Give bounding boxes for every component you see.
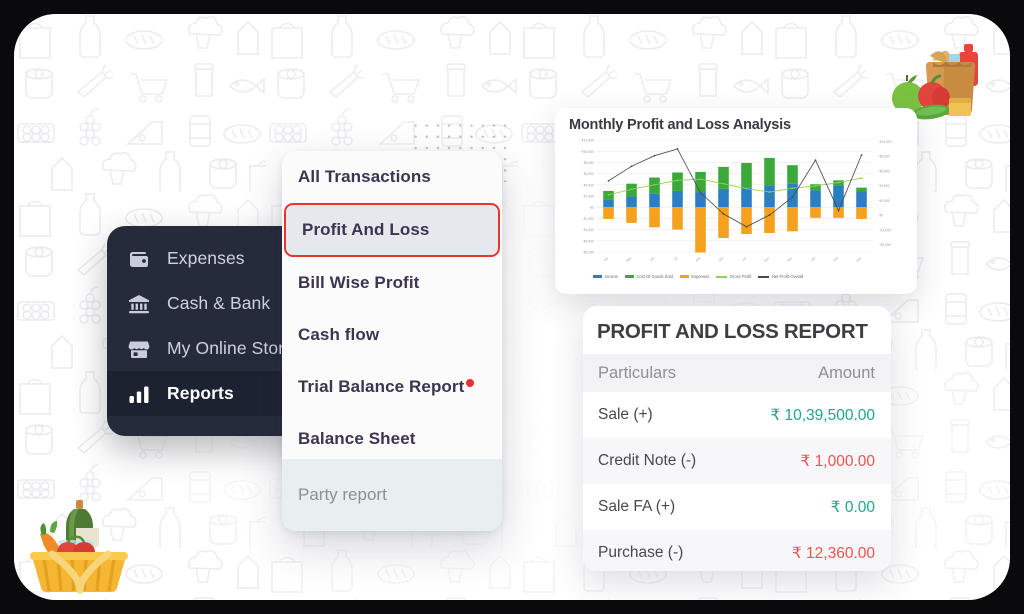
menu-item-profit-and-loss[interactable]: Profit And Loss	[284, 203, 500, 257]
menu-item-balance-sheet[interactable]: Balance Sheet	[282, 413, 502, 465]
bar-chart-icon	[126, 381, 151, 406]
menu-item-label: All Transactions	[298, 167, 431, 186]
menu-item-trial-balance-report[interactable]: Trial Balance Report	[282, 361, 502, 413]
svg-text:Nov: Nov	[763, 256, 770, 263]
profit-and-loss-report-card: PROFIT AND LOSS REPORT Particulars Amoun…	[583, 306, 891, 571]
sidebar-item-label: Cash & Bank	[167, 293, 271, 313]
legend-label: Gross Profit	[729, 274, 752, 279]
cell-amount: ₹ 0.00	[830, 498, 875, 516]
legend-label: Income	[604, 274, 618, 279]
cell-amount: ₹ 10,39,500.00	[770, 406, 875, 424]
cell-particulars: Purchase (-)	[598, 544, 684, 561]
legend-item-expenses: Expenses	[679, 274, 710, 279]
svg-text:₹4,000: ₹4,000	[583, 183, 594, 187]
svg-text:₹4,000: ₹4,000	[879, 184, 890, 188]
menu-item-all-transactions[interactable]: All Transactions	[282, 151, 502, 203]
svg-text:Jan: Jan	[810, 256, 817, 263]
cell-particulars: Sale FA (+)	[598, 498, 676, 515]
table-row[interactable]: Sale (+) ₹ 10,39,500.00	[583, 392, 891, 438]
svg-text:₹12,000: ₹12,000	[581, 139, 594, 143]
svg-text:₹8,000: ₹8,000	[879, 155, 890, 159]
wallet-icon	[126, 246, 151, 271]
grocery-basket-illustration	[22, 494, 140, 594]
cell-particulars: Credit Note (-)	[598, 452, 697, 469]
svg-text:₹0: ₹0	[590, 206, 594, 210]
legend-swatch	[593, 275, 602, 278]
svg-text:Sep: Sep	[717, 256, 724, 263]
svg-text:₹0: ₹0	[879, 214, 883, 218]
table-row[interactable]: Purchase (-) ₹ 12,360.00	[583, 530, 891, 571]
svg-text:₹2,000: ₹2,000	[583, 195, 594, 199]
svg-text:₹2,000: ₹2,000	[879, 199, 890, 203]
svg-text:₹8,000: ₹8,000	[583, 161, 594, 165]
column-header-particulars: Particulars	[598, 363, 676, 382]
legend-swatch	[758, 275, 770, 278]
menu-item-label: Trial Balance Report	[298, 377, 465, 396]
cell-amount: ₹ 12,360.00	[791, 544, 875, 562]
legend-item-income: Income	[593, 274, 618, 279]
legend-item-gross-profit: Gross Profit	[716, 274, 751, 279]
menu-item-party-report[interactable]: Party report	[282, 459, 502, 531]
cell-particulars: Sale (+)	[598, 406, 653, 423]
legend-item-cost-of-goods-sold: Cost Of Goods Sold	[624, 274, 673, 279]
svg-text:-₹2,000: -₹2,000	[582, 217, 594, 221]
table-header-row: Particulars Amount	[583, 354, 891, 392]
sidebar-item-label: Reports	[167, 383, 234, 403]
menu-item-bill-wise-profit[interactable]: Bill Wise Profit	[282, 257, 502, 309]
table-row[interactable]: Sale FA (+) ₹ 0.00	[583, 484, 891, 530]
table-row[interactable]: Credit Note (-) ₹ 1,000.00	[583, 438, 891, 484]
menu-item-cash-flow[interactable]: Cash flow	[282, 309, 502, 361]
chart-title: Monthly Profit and Loss Analysis	[569, 117, 791, 133]
new-badge-dot	[466, 379, 475, 387]
svg-text:-₹2,000: -₹2,000	[879, 228, 891, 232]
bank-icon	[126, 291, 151, 316]
svg-text:Jul: Jul	[673, 256, 679, 262]
svg-text:May: May	[625, 256, 632, 263]
page-title: PROFIT AND LOSS REPORT	[597, 320, 868, 343]
store-icon	[126, 336, 151, 361]
legend-label: Cost Of Goods Sold	[636, 274, 673, 279]
svg-text:-₹6,000: -₹6,000	[582, 239, 594, 243]
legend-swatch	[624, 275, 634, 278]
svg-text:Apr: Apr	[603, 256, 609, 262]
legend-label: Expenses	[691, 274, 710, 279]
svg-text:Mar: Mar	[856, 256, 863, 263]
sidebar-item-label: Expenses	[167, 248, 245, 268]
menu-item-label: Balance Sheet	[298, 429, 416, 448]
svg-text:-₹4,000: -₹4,000	[879, 243, 891, 247]
menu-item-label: Profit And Loss	[302, 220, 430, 239]
svg-text:Aug: Aug	[694, 256, 701, 263]
menu-item-label: Bill Wise Profit	[298, 273, 420, 292]
reports-flyout-menu: All Transactions Profit And Loss Bill Wi…	[282, 151, 502, 531]
svg-text:-₹4,000: -₹4,000	[582, 228, 594, 232]
chart-plot-area: ₹12,000 ₹10,000 ₹8,000 ₹6,000 ₹4,000 ₹2,000 ₹0…	[563, 134, 909, 275]
menu-item-label: Party report	[298, 485, 387, 504]
legend-label: Net Profit-Overall	[771, 274, 804, 279]
svg-text:₹10,000: ₹10,000	[879, 140, 892, 144]
cell-amount: ₹ 1,000.00	[800, 452, 875, 470]
column-header-amount: Amount	[818, 363, 875, 382]
svg-text:-₹8,000: -₹8,000	[582, 251, 594, 255]
legend-swatch	[679, 275, 689, 278]
svg-text:₹10,000: ₹10,000	[581, 150, 594, 154]
svg-text:Dec: Dec	[786, 256, 793, 263]
legend-item-net-profit-overall: Net Profit-Overall	[758, 274, 803, 279]
menu-item-label: Cash flow	[298, 325, 380, 344]
svg-text:Oct: Oct	[741, 256, 747, 262]
svg-text:Jun: Jun	[649, 256, 656, 263]
monthly-profit-loss-chart-card: Monthly Profit and Loss Analysis ₹12,000…	[555, 108, 917, 294]
svg-text:₹6,000: ₹6,000	[583, 172, 594, 176]
app-page: Expenses Cash & Bank My Online Store Rep…	[14, 14, 1010, 600]
screenshot-frame: Expenses Cash & Bank My Online Store Rep…	[0, 0, 1024, 614]
svg-text:₹6,000: ₹6,000	[879, 169, 890, 173]
legend-swatch	[716, 275, 728, 278]
svg-text:Feb: Feb	[833, 256, 840, 263]
sidebar-item-label: My Online Store	[167, 338, 294, 358]
